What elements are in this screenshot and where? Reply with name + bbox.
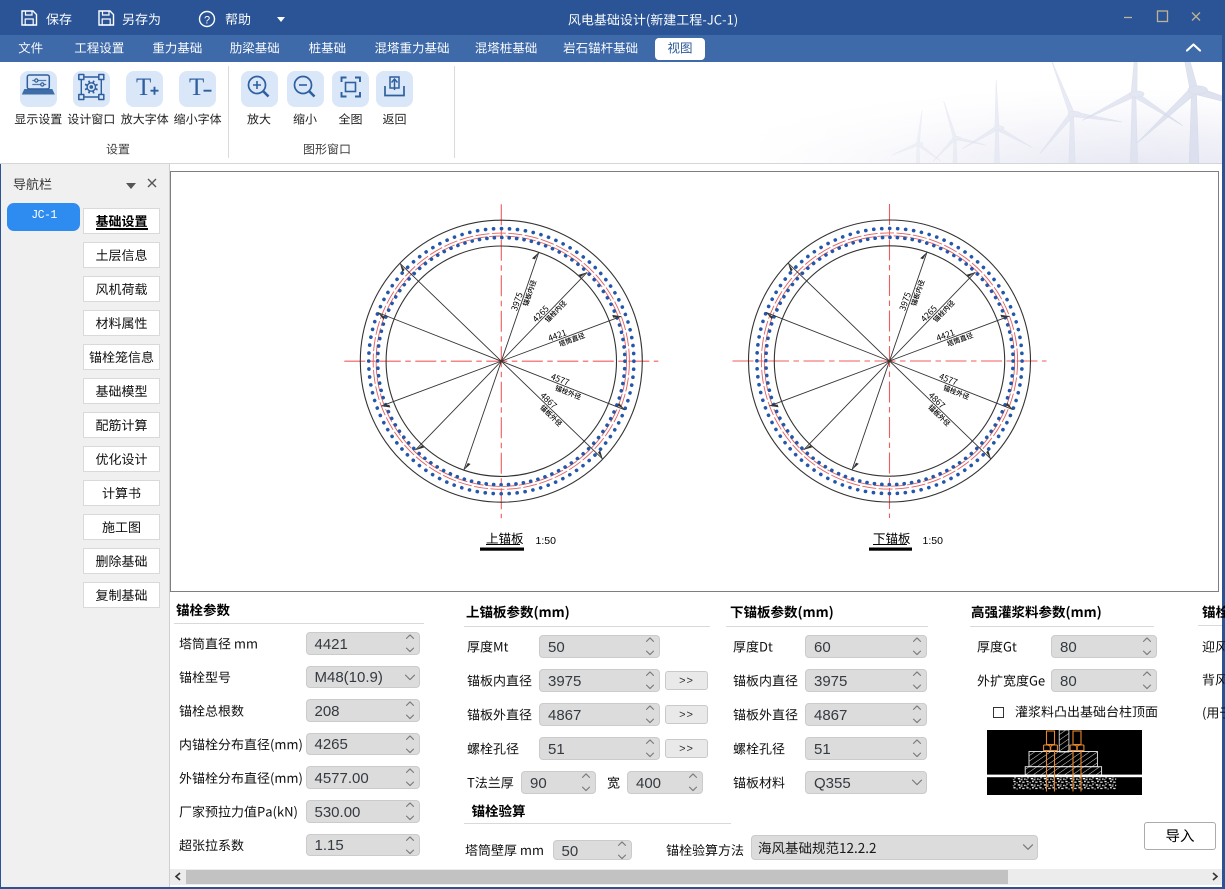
svg-text:T: T — [189, 74, 204, 101]
svg-text:T: T — [136, 74, 151, 101]
svg-text:?: ? — [204, 15, 210, 27]
